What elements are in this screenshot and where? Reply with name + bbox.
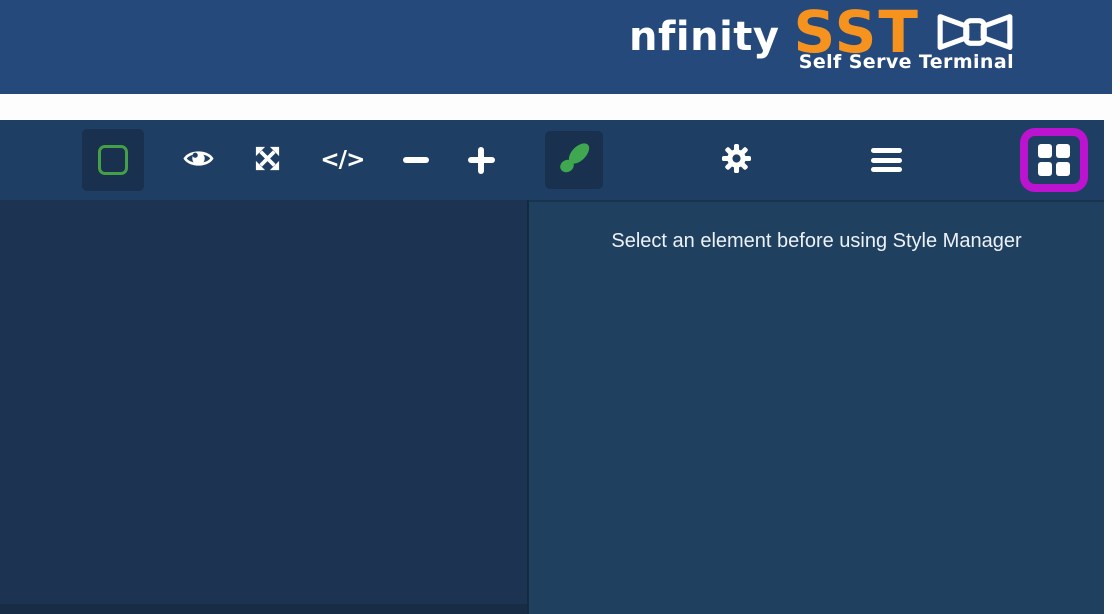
view-code-button[interactable]: </> <box>320 147 365 173</box>
style-manager-empty-message: Select an element before using Style Man… <box>611 230 1022 252</box>
logo-tagline: Self Serve Terminal <box>798 51 1014 73</box>
code-icon: </> <box>320 147 365 173</box>
style-manager-button[interactable] <box>545 131 603 189</box>
plus-icon <box>467 146 495 174</box>
app-header: nfinity SST Self Serve Terminal <box>0 0 1112 94</box>
canvas-actions-toolbar: </> <box>82 120 495 200</box>
preview-button[interactable] <box>183 147 214 173</box>
logo-text-nfinity: nfinity <box>629 14 780 60</box>
settings-button[interactable] <box>721 143 752 177</box>
bowtie-icon <box>934 9 1016 55</box>
blocks-grid-icon <box>1037 144 1070 176</box>
canvas[interactable] <box>0 200 529 614</box>
editor-toolbar: </> <box>0 120 1104 200</box>
logo: nfinity SST Self Serve Terminal <box>629 3 1016 73</box>
editor: </> Select an element before using Style… <box>0 120 1104 614</box>
zoom-in-button[interactable] <box>467 146 495 174</box>
style-manager-panel: Select an element before using Style Man… <box>529 200 1104 614</box>
panel-switcher-toolbar <box>529 120 1104 200</box>
zoom-out-button[interactable] <box>403 157 430 163</box>
gear-icon <box>721 143 752 177</box>
paintbrush-icon <box>556 141 592 180</box>
click-highlight-ring <box>1019 128 1088 192</box>
hamburger-icon <box>870 148 902 172</box>
layers-button[interactable] <box>870 148 902 172</box>
square-outline-icon <box>98 145 128 175</box>
eye-icon <box>183 147 214 173</box>
canvas-bottom-edge <box>0 604 527 614</box>
minus-icon <box>403 157 430 163</box>
expand-arrows-icon <box>253 144 282 176</box>
blocks-button[interactable] <box>1037 144 1070 176</box>
toggle-borders-button[interactable] <box>82 129 144 191</box>
fullscreen-button[interactable] <box>253 144 282 176</box>
workspace: Select an element before using Style Man… <box>0 200 1104 614</box>
